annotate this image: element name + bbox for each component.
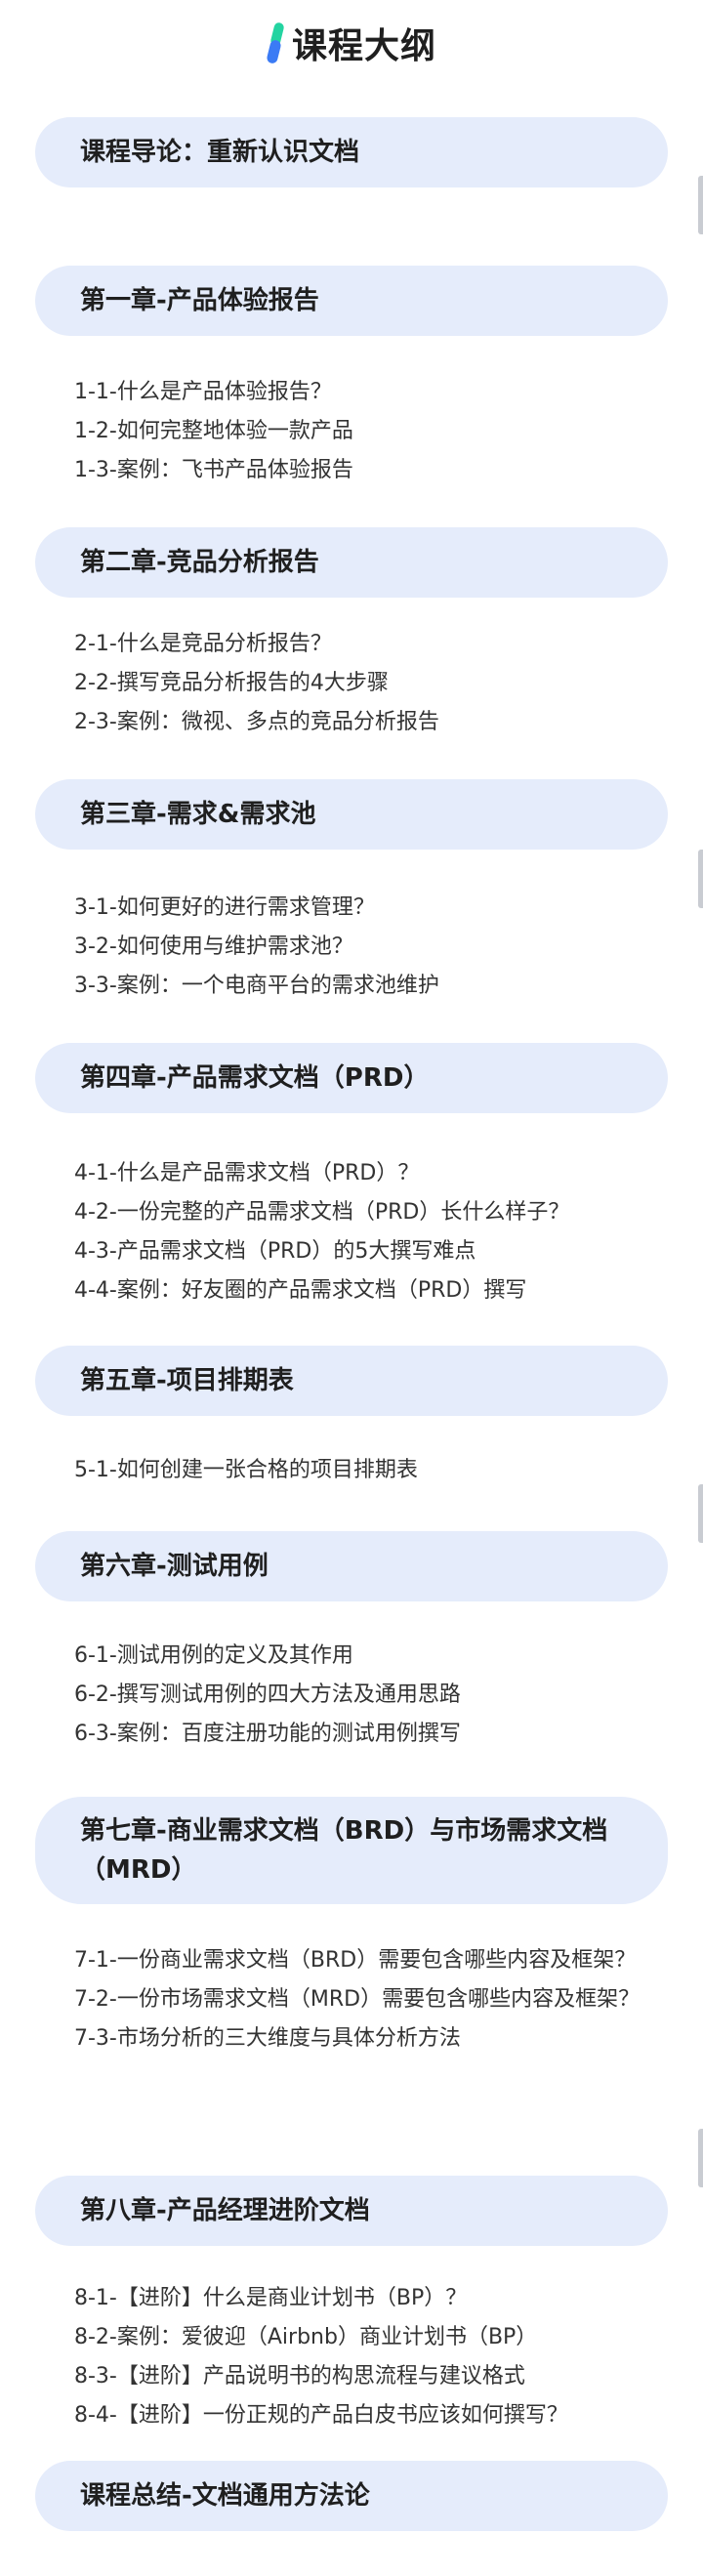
lesson-list-chapter-2: 2-1-什么是竞品分析报告？ 2-2-撰写竞品分析报告的4大步骤 2-3-案例：… (74, 625, 660, 742)
section-title: 第七章-商业需求文档（BRD）与市场需求文档（MRD） (80, 1816, 608, 1885)
section-header-chapter-5: 第五章-项目排期表 (35, 1346, 668, 1416)
section-title: 第六章-测试用例 (80, 1552, 269, 1581)
section-header-chapter-8: 第八章-产品经理进阶文档 (35, 2176, 668, 2246)
lesson-item[interactable]: 3-2-如何使用与维护需求池？ (74, 928, 660, 967)
lesson-list-chapter-5: 5-1-如何创建一张合格的项目排期表 (74, 1451, 660, 1490)
section-header-intro: 课程导论：重新认识文档 (35, 117, 668, 187)
lesson-item[interactable]: 4-1-什么是产品需求文档（PRD）？ (74, 1154, 660, 1193)
lesson-item[interactable]: 8-4-【进阶】一份正规的产品白皮书应该如何撰写？ (74, 2396, 660, 2435)
lesson-item[interactable]: 3-1-如何更好的进行需求管理？ (74, 889, 660, 928)
lesson-item[interactable]: 3-3-案例：一个电商平台的需求池维护 (74, 967, 660, 1006)
lesson-list-chapter-8: 8-1-【进阶】什么是商业计划书（BP）？ 8-2-案例：爱彼迎（Airbnb）… (74, 2279, 660, 2435)
lesson-item[interactable]: 8-3-【进阶】产品说明书的构思流程与建议格式 (74, 2357, 660, 2396)
lesson-item[interactable]: 5-1-如何创建一张合格的项目排期表 (74, 1451, 660, 1490)
lesson-item[interactable]: 6-1-测试用例的定义及其作用 (74, 1637, 660, 1676)
section-header-chapter-2: 第二章-竞品分析报告 (35, 527, 668, 598)
edge-decoration (698, 1484, 703, 1543)
section-title: 第二章-竞品分析报告 (80, 548, 319, 577)
section-header-chapter-3: 第三章-需求&需求池 (35, 779, 668, 850)
section-title: 第四章-产品需求文档（PRD） (80, 1063, 430, 1093)
lesson-list-chapter-3: 3-1-如何更好的进行需求管理？ 3-2-如何使用与维护需求池？ 3-3-案例：… (74, 889, 660, 1006)
lesson-list-chapter-6: 6-1-测试用例的定义及其作用 6-2-撰写测试用例的四大方法及通用思路 6-3… (74, 1637, 660, 1754)
lesson-item[interactable]: 7-2-一份市场需求文档（MRD）需要包含哪些内容及框架？ (74, 1980, 660, 2019)
lesson-item[interactable]: 1-3-案例：飞书产品体验报告 (74, 451, 660, 490)
lesson-item[interactable]: 8-1-【进阶】什么是商业计划书（BP）？ (74, 2279, 660, 2318)
edge-decoration (698, 850, 703, 908)
section-header-chapter-4: 第四章-产品需求文档（PRD） (35, 1043, 668, 1113)
lesson-list-chapter-4: 4-1-什么是产品需求文档（PRD）？ 4-2-一份完整的产品需求文档（PRD）… (74, 1154, 660, 1310)
section-header-summary: 课程总结-文档通用方法论 (35, 2461, 668, 2531)
edge-decoration (698, 176, 703, 234)
lesson-item[interactable]: 1-2-如何完整地体验一款产品 (74, 412, 660, 451)
section-title: 课程总结-文档通用方法论 (80, 2481, 370, 2511)
section-title: 第一章-产品体验报告 (80, 286, 319, 315)
page-header: 课程大纲 (0, 16, 703, 70)
lesson-item[interactable]: 2-3-案例：微视、多点的竞品分析报告 (74, 703, 660, 742)
edge-decoration (698, 2129, 703, 2187)
lesson-item[interactable]: 4-3-产品需求文档（PRD）的5大撰写难点 (74, 1232, 660, 1271)
page-title: 课程大纲 (291, 26, 436, 66)
section-header-chapter-1: 第一章-产品体验报告 (35, 266, 668, 336)
lesson-item[interactable]: 4-4-案例：好友圈的产品需求文档（PRD）撰写 (74, 1271, 660, 1310)
lesson-list-chapter-1: 1-1-什么是产品体验报告？ 1-2-如何完整地体验一款产品 1-3-案例：飞书… (74, 373, 660, 490)
brand-logo-icon (266, 21, 286, 65)
section-header-chapter-7: 第七章-商业需求文档（BRD）与市场需求文档（MRD） (35, 1797, 668, 1904)
lesson-item[interactable]: 6-3-案例：百度注册功能的测试用例撰写 (74, 1715, 660, 1754)
lesson-item[interactable]: 7-3-市场分析的三大维度与具体分析方法 (74, 2019, 660, 2058)
section-title: 第三章-需求&需求池 (80, 800, 316, 829)
lesson-item[interactable]: 8-2-案例：爱彼迎（Airbnb）商业计划书（BP） (74, 2318, 660, 2357)
section-title: 第八章-产品经理进阶文档 (80, 2196, 370, 2225)
section-title: 第五章-项目排期表 (80, 1366, 294, 1395)
lesson-item[interactable]: 4-2-一份完整的产品需求文档（PRD）长什么样子？ (74, 1193, 660, 1232)
lesson-item[interactable]: 7-1-一份商业需求文档（BRD）需要包含哪些内容及框架？ (74, 1941, 660, 1980)
section-header-chapter-6: 第六章-测试用例 (35, 1531, 668, 1601)
section-title: 课程导论：重新认识文档 (80, 138, 360, 167)
lesson-item[interactable]: 1-1-什么是产品体验报告？ (74, 373, 660, 412)
lesson-item[interactable]: 2-1-什么是竞品分析报告？ (74, 625, 660, 664)
lesson-list-chapter-7: 7-1-一份商业需求文档（BRD）需要包含哪些内容及框架？ 7-2-一份市场需求… (74, 1941, 660, 2058)
lesson-item[interactable]: 2-2-撰写竞品分析报告的4大步骤 (74, 664, 660, 703)
lesson-item[interactable]: 6-2-撰写测试用例的四大方法及通用思路 (74, 1676, 660, 1715)
